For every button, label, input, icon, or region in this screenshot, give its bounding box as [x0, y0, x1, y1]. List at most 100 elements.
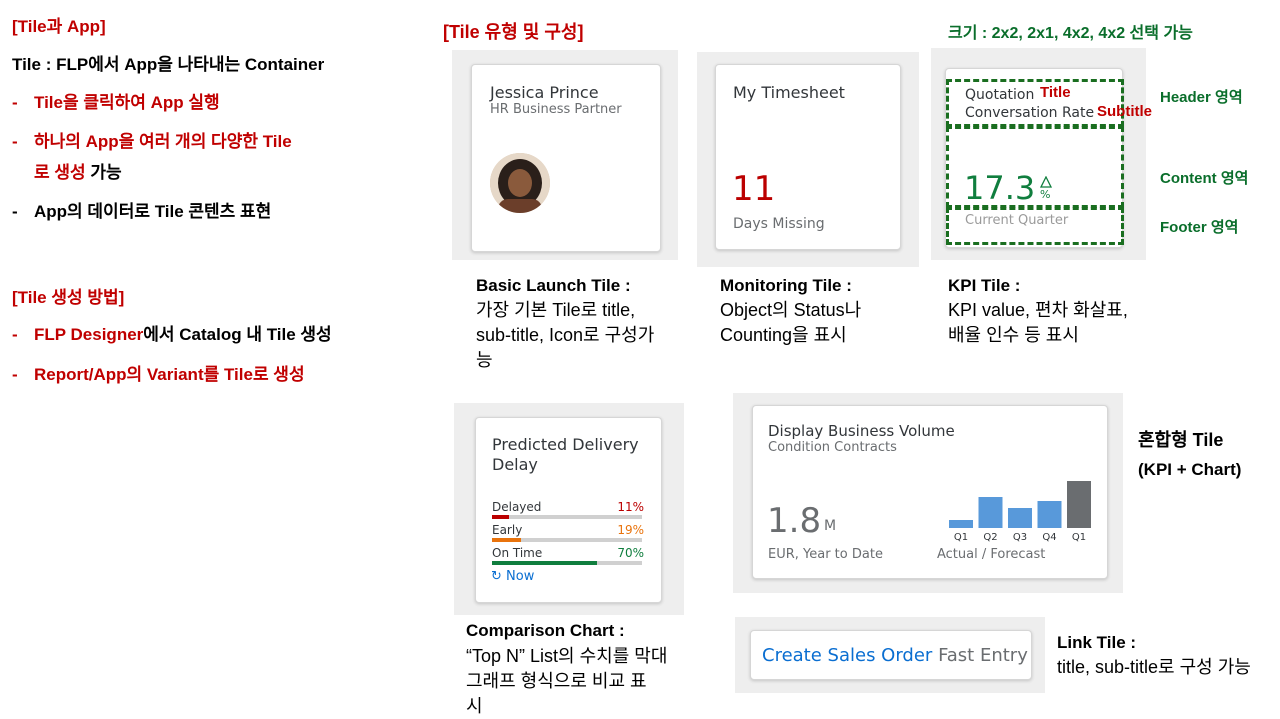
basic-tile-caption: 가장 기본 Tile로 title, sub-title, Icon로 구성가 … — [476, 298, 654, 373]
bullet-flp-designer: - FLP Designer에서 Catalog 내 Tile 생성 — [12, 320, 332, 345]
caption-line: “Top N” List의 수치를 막대 — [466, 646, 668, 666]
combo-bar-chart: Q1 Q2 Q3 Q4 Q1 — [949, 481, 1091, 543]
basic-launch-tile[interactable]: Jessica Prince HR Business Partner — [471, 64, 661, 252]
header-region-label: Header 영역 — [1160, 89, 1243, 106]
link-tile-subtitle: Fast Entry — [938, 645, 1028, 666]
caption-line: KPI value, 편차 화살표, — [948, 300, 1128, 320]
chart-tick-label: Q4 — [1042, 532, 1056, 543]
bullet-text-red: FLP Designer — [34, 325, 144, 344]
section-title-tile-create: [Tile 생성 방법] — [12, 288, 125, 307]
chart-bar — [1037, 501, 1062, 528]
bullet-dash: - — [12, 93, 18, 112]
bullet-text: 하나의 App을 여러 개의 다양한 Tile — [34, 132, 292, 151]
bullet-dash: - — [12, 202, 18, 221]
comparison-bar-track — [492, 561, 642, 565]
link-tile-caption-head: Link Tile : — [1057, 633, 1137, 652]
bullet-dash: - — [12, 325, 18, 344]
chart-tick-label: Q1 — [1072, 532, 1086, 543]
caption-line: 그래프 형식으로 비교 표 — [466, 671, 647, 691]
refresh-icon: ↻ — [491, 569, 502, 584]
chart-tick-label: Q3 — [1013, 532, 1027, 543]
link-tile[interactable]: Create Sales Order Fast Entry — [750, 630, 1032, 680]
monitor-tile-caption-head: Monitoring Tile : — [720, 276, 852, 295]
bullet-click-tile: - Tile을 클릭하여 App 실행 — [12, 88, 220, 113]
tile-value: 11 — [732, 169, 776, 209]
tile-title-line: Delay — [492, 455, 538, 474]
caption-line: sub-title, Icon로 구성가 — [476, 325, 655, 345]
combo-label: 혼합형 Tile — [1138, 430, 1224, 450]
comparison-caption-head: Comparison Chart : — [466, 621, 625, 640]
tile-footer: Days Missing — [733, 216, 825, 232]
tile-types-title: [Tile 유형 및 구성] — [443, 22, 584, 42]
comparison-bar — [492, 515, 509, 519]
comparison-bar — [492, 538, 521, 542]
tile-title: Jessica Prince — [490, 83, 599, 102]
bullet-text-red: 로 생성 — [34, 163, 86, 182]
refresh-label: Now — [506, 569, 535, 584]
tile-title: Predicted Delivery Delay — [492, 435, 639, 475]
content-region-box — [946, 126, 1124, 208]
comparison-caption: “Top N” List의 수치를 막대 그래프 형식으로 비교 표 시 — [466, 644, 667, 719]
bullet-app-data: - App의 데이터로 Tile 콘텐츠 표현 — [12, 197, 271, 222]
tile-size-title: 크기 : 2x2, 2x1, 4x2, 4x2 선택 가능 — [948, 25, 1193, 42]
caption-line: Object의 Status나 — [720, 300, 862, 320]
link-tile-text: Create Sales Order Fast Entry — [762, 645, 1028, 666]
bullet-dash: - — [12, 365, 18, 384]
combo-tile[interactable]: Display Business Volume Condition Contra… — [752, 405, 1108, 579]
comparison-row-label: Delayed — [492, 500, 542, 514]
caption-line: 능 — [476, 350, 493, 370]
chart-bar — [1067, 481, 1091, 528]
annotation-subtitle: Subtitle — [1097, 103, 1152, 120]
monitor-tile-caption: Object의 Status나 Counting을 표시 — [720, 298, 861, 348]
kpi-tile-caption-head: KPI Tile : — [948, 276, 1021, 295]
caption-line: 시 — [466, 696, 483, 716]
chart-tick-label: Q1 — [954, 532, 968, 543]
combo-label-sub: (KPI + Chart) — [1138, 460, 1242, 479]
comparison-tile[interactable]: Predicted Delivery Delay Delayed 11% Early… — [475, 417, 662, 603]
footer-region-box — [946, 207, 1124, 245]
footer-region-label: Footer 영역 — [1160, 219, 1239, 236]
monitoring-tile[interactable]: My Timesheet 11 Days Missing — [715, 64, 901, 250]
comparison-row-label: Early — [492, 523, 523, 537]
link-tile-title: Create Sales Order — [762, 645, 933, 666]
comparison-row-value: 19% — [617, 523, 644, 537]
bullet-text: App의 데이터로 Tile 콘텐츠 표현 — [34, 202, 272, 221]
content-region-label: Content 영역 — [1160, 170, 1249, 187]
comparison-bar-track — [492, 538, 642, 542]
bullet-text-black: 에서 Catalog 내 Tile 생성 — [143, 325, 332, 344]
comparison-bar — [492, 561, 597, 565]
chart-bar — [1008, 508, 1032, 528]
tile-title: Display Business Volume — [768, 422, 955, 440]
bullet-text: Tile을 클릭하여 App 실행 — [34, 93, 220, 112]
tile-subtitle: Condition Contracts — [768, 440, 897, 455]
chart-bar — [949, 520, 973, 528]
bullet-dash: - — [12, 132, 18, 151]
tile-footer-right: Actual / Forecast — [937, 547, 1046, 562]
section-title-tile-app: [Tile과 App] — [12, 17, 106, 36]
tile-definition: Tile : FLP에서 App을 나타내는 Container — [12, 55, 325, 74]
comparison-row-label: On Time — [492, 546, 543, 560]
bullet-multi-tile-cont: 로 생성 가능 — [34, 158, 122, 183]
chart-bar — [978, 497, 1003, 528]
avatar — [490, 153, 550, 213]
caption-line: 가장 기본 Tile로 title, — [476, 300, 636, 320]
bullet-multi-tile: - 하나의 App을 여러 개의 다양한 Tile — [12, 127, 292, 152]
bullet-text: Report/App의 Variant를 Tile로 생성 — [34, 365, 305, 384]
chart-tick-label: Q2 — [983, 532, 997, 543]
tile-title: My Timesheet — [733, 83, 845, 102]
caption-line: Counting을 표시 — [720, 325, 847, 345]
tile-title-line: Predicted Delivery — [492, 435, 639, 454]
comparison-row-value: 11% — [617, 500, 644, 514]
basic-tile-caption-head: Basic Launch Tile : — [476, 276, 631, 295]
kpi-tile-caption: KPI value, 편차 화살표, 배율 인수 등 표시 — [948, 298, 1128, 348]
tile-subtitle: HR Business Partner — [490, 102, 622, 117]
comparison-bar-track — [492, 515, 642, 519]
link-tile-caption: title, sub-title로 구성 가능 — [1057, 657, 1251, 677]
tile-footer-left: EUR, Year to Date — [768, 547, 883, 562]
caption-line: 배율 인수 등 표시 — [948, 325, 1079, 345]
refresh-link[interactable]: ↻ Now — [491, 569, 534, 584]
bullet-text-black: 가능 — [85, 163, 122, 182]
bullet-variant: - Report/App의 Variant를 Tile로 생성 — [12, 360, 305, 385]
annotation-title: Title — [1040, 84, 1071, 101]
comparison-row-value: 70% — [617, 546, 644, 560]
